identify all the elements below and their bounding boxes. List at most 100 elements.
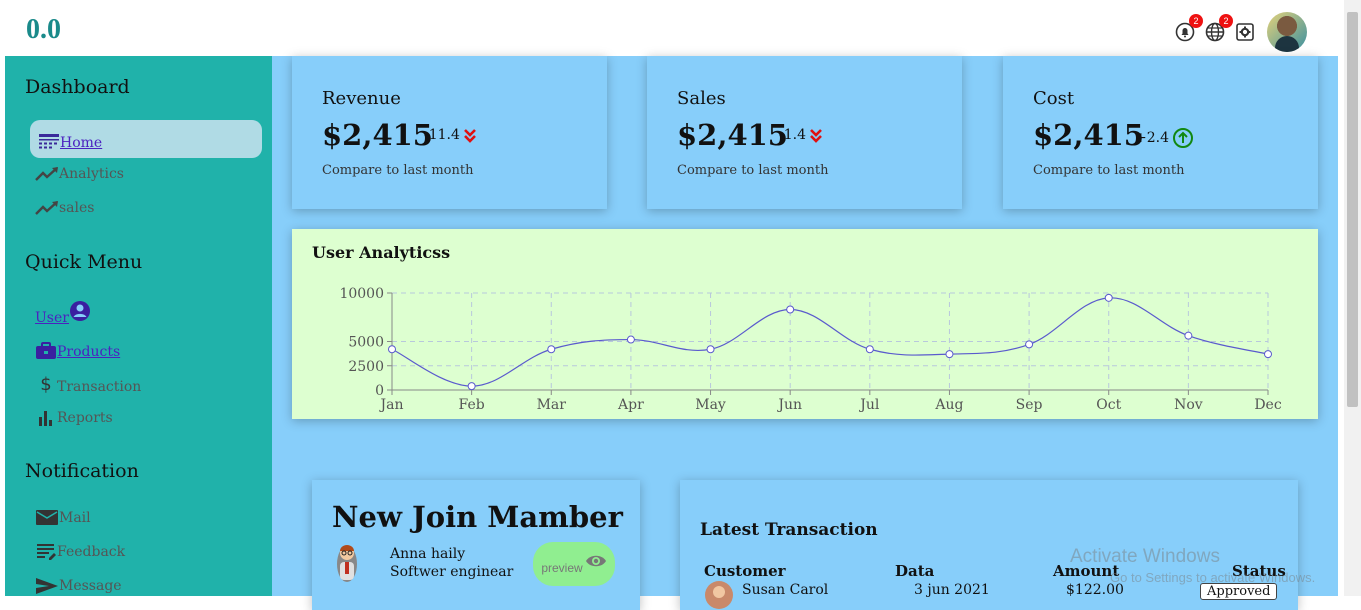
sidebar-item-message[interactable]: Message <box>35 576 122 594</box>
user-avatar[interactable] <box>1267 12 1307 52</box>
data-point <box>626 335 635 344</box>
sidebar-item-label: Mail <box>59 510 91 526</box>
data-point <box>467 382 476 391</box>
mail-icon <box>36 510 58 525</box>
account-circle-icon <box>69 301 90 321</box>
data-point <box>865 345 874 354</box>
card-note: Compare to last month <box>677 163 829 178</box>
sidebar-item-home[interactable]: Home <box>30 120 262 158</box>
status-badge[interactable]: Approved <box>1200 583 1278 600</box>
members-title: New Join Mamber <box>332 500 623 534</box>
sidebar-item-reports[interactable]: Reports <box>35 408 113 426</box>
card-value: $2,415 <box>322 118 433 152</box>
x-tick-label: Sep <box>1016 397 1043 413</box>
home-icon <box>39 134 59 149</box>
trending-icon <box>35 167 58 181</box>
sidebar-section-quick-menu: Quick Menu <box>25 251 143 273</box>
main-content: Revenue $2,415 -11.4 Compare to last mon… <box>272 56 1338 610</box>
card-note: Compare to last month <box>322 163 474 178</box>
sidebar-item-products[interactable]: Products <box>35 342 120 360</box>
line-chart: 02500500010000Jan Feb Mar Apr May Jun Jul Aug Se… <box>339 286 1282 413</box>
arrow-circle-up-icon <box>1173 128 1193 148</box>
scrollbar-thumb[interactable] <box>1347 12 1358 407</box>
user-analytics-chart: User Analyticss 0 2500 5000 10000 Jan Feb Mar A… <box>292 229 1318 419</box>
member-role: Softwer enginear <box>390 564 514 580</box>
sidebar-item-label: Home <box>60 135 103 151</box>
watermark-title: Activate Windows <box>1070 546 1220 567</box>
page-scrollbar[interactable] <box>1344 0 1361 596</box>
x-tick-label: Dec <box>1254 397 1282 413</box>
x-tick-label: Oct <box>1096 397 1121 413</box>
transactions-title: Latest Transaction <box>700 520 878 540</box>
gear-icon <box>1236 23 1254 41</box>
new-members-panel: New Join Mamber Anna haily Softwer engin… <box>312 480 640 610</box>
card-value: $2,415 <box>1033 118 1144 152</box>
data-point <box>547 345 556 354</box>
sidebar-item-label: Message <box>59 578 122 594</box>
sidebar-item-label: Analytics <box>59 166 124 182</box>
card-delta-value: -11.4 <box>424 127 460 143</box>
sidebar-item-transaction[interactable]: $ Transaction <box>35 374 141 395</box>
data-point <box>388 345 396 354</box>
card-delta-value: +2.4 <box>1135 130 1169 146</box>
sidebar-item-label: Feedback <box>57 544 126 560</box>
customer-avatar <box>705 581 733 609</box>
x-tick-label: Jul <box>858 397 880 413</box>
card-title: Sales <box>677 88 726 109</box>
sidebar-item-sales[interactable]: sales <box>35 200 94 216</box>
list-item: Anna haily Softwer enginear preview <box>332 540 622 590</box>
sidebar-item-analytics[interactable]: Analytics <box>35 166 124 182</box>
double-chevron-down-icon <box>810 129 822 143</box>
x-tick-label: Apr <box>617 397 644 413</box>
language-badge: 2 <box>1219 14 1233 28</box>
y-tick-label: 10000 <box>339 286 384 302</box>
sales-card: Sales $2,415 -1.4 Compare to last month <box>647 56 962 209</box>
send-icon <box>36 578 58 594</box>
card-title: Cost <box>1033 88 1075 109</box>
sidebar-item-mail[interactable]: Mail <box>35 508 91 526</box>
sidebar-item-label: Reports <box>57 410 113 426</box>
member-name: Anna haily <box>390 546 466 562</box>
revenue-card: Revenue $2,415 -11.4 Compare to last mon… <box>292 56 607 209</box>
x-tick-label: Jun <box>776 397 802 413</box>
card-delta-value: -1.4 <box>779 127 806 143</box>
briefcase-icon <box>36 342 56 359</box>
card-title: Revenue <box>322 88 401 109</box>
notification-button[interactable]: 2 <box>1173 14 1203 44</box>
data-point <box>945 350 954 359</box>
sidebar-section-notification: Notification <box>25 460 139 482</box>
language-button[interactable]: 2 <box>1203 14 1233 44</box>
y-tick-label: 2500 <box>348 359 384 375</box>
double-chevron-down-icon <box>463 129 476 143</box>
sidebar-item-user[interactable]: User <box>35 300 91 326</box>
x-tick-label: Feb <box>459 397 485 413</box>
feedback-icon <box>37 544 56 560</box>
column-header-customer: Customer <box>704 562 786 580</box>
cost-card: Cost $2,415 +2.4 Compare to last month <box>1003 56 1318 209</box>
app-logo[interactable]: 0.0 <box>26 14 61 46</box>
data-point <box>1104 293 1113 302</box>
card-delta: -11.4 <box>424 127 477 143</box>
card-delta: +2.4 <box>1135 127 1194 149</box>
sidebar-item-feedback[interactable]: Feedback <box>35 542 125 560</box>
data-point <box>1025 340 1034 349</box>
latest-transactions-panel: Latest Transaction Customer Data Amount … <box>680 480 1298 610</box>
sidebar-item-label: sales <box>59 200 95 216</box>
watermark-subtitle: Go to Settings to activate Windows. <box>1110 570 1316 585</box>
x-tick-label: Jan <box>379 397 404 413</box>
data-point <box>786 305 795 314</box>
card-delta: -1.4 <box>779 127 823 143</box>
activation-watermark: Activate Windows Go to Settings to activ… <box>1070 546 1315 585</box>
preview-button[interactable]: preview <box>533 542 615 586</box>
sidebar-item-label: User <box>35 310 69 326</box>
data-point <box>1264 350 1272 359</box>
sidebar-item-label: Transaction <box>57 379 142 395</box>
data-point <box>706 345 715 354</box>
dollar-icon: $ <box>40 374 52 395</box>
eye-icon <box>585 555 606 567</box>
x-tick-label: Aug <box>934 397 963 413</box>
x-tick-label: Nov <box>1174 397 1203 413</box>
y-tick-label: 5000 <box>348 335 384 351</box>
settings-button[interactable] <box>1233 20 1257 44</box>
sidebar-item-label: Products <box>57 344 121 360</box>
